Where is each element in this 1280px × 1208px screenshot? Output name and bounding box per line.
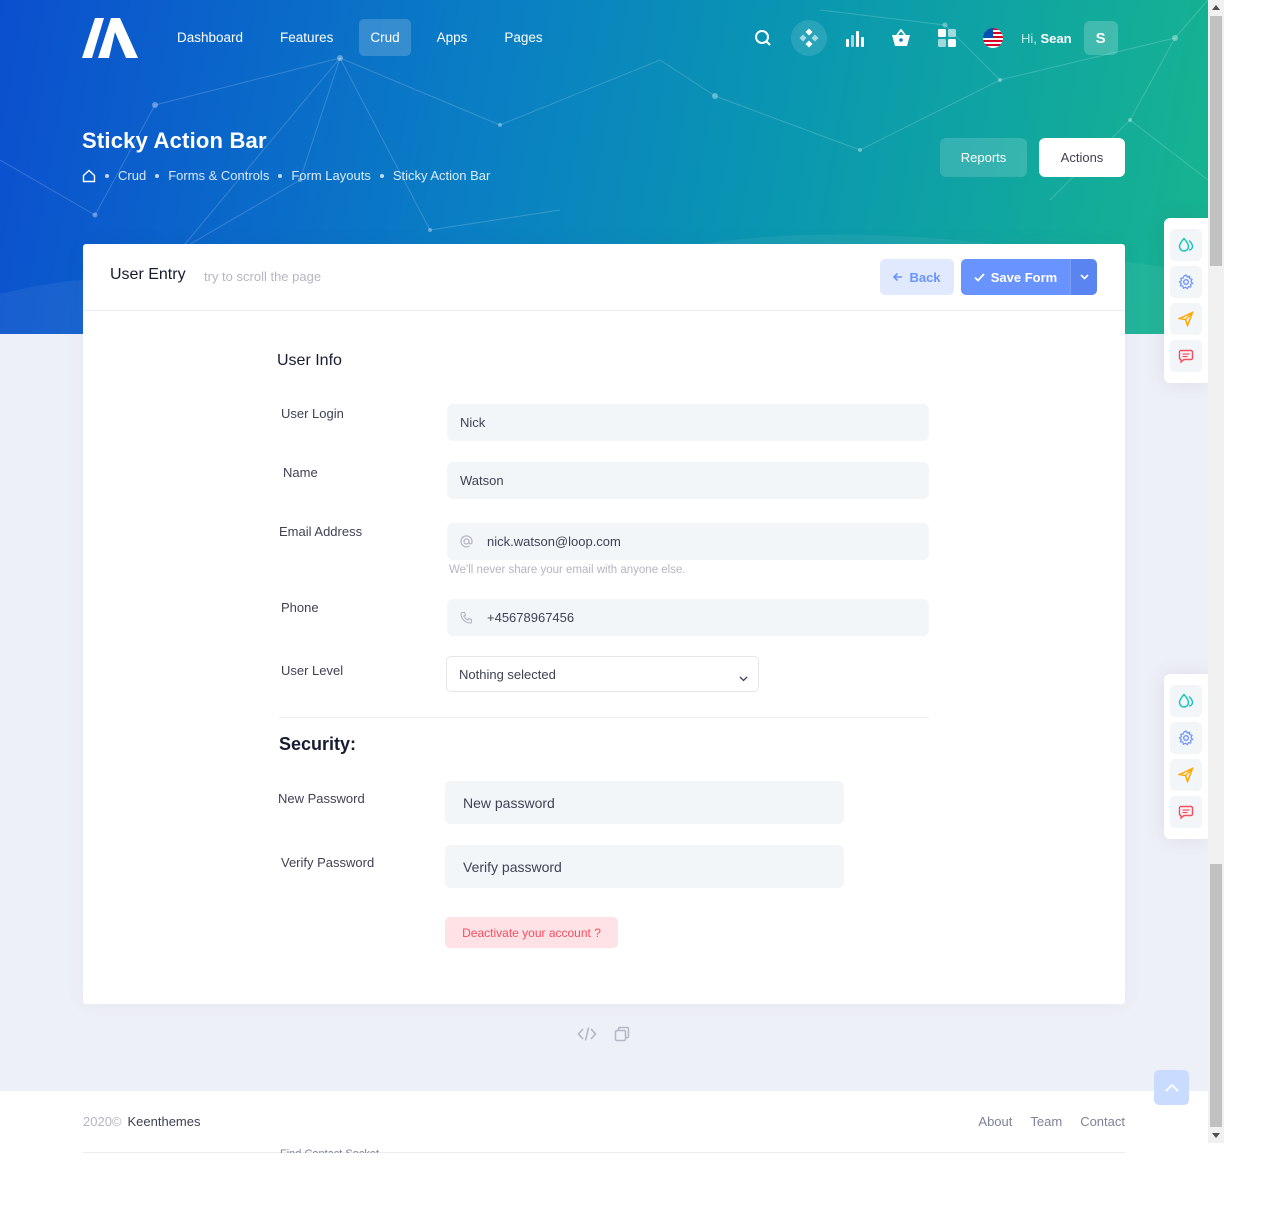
- nav-item-features[interactable]: Features: [269, 19, 344, 56]
- nav-item-pages[interactable]: Pages: [493, 19, 553, 56]
- security-title: Security:: [279, 734, 357, 754]
- ghost-divider: [83, 1152, 1125, 1153]
- scrollbar-thumb-top[interactable]: [1210, 16, 1222, 266]
- verify-password-input[interactable]: Verify password: [445, 845, 844, 888]
- nav-item-dashboard[interactable]: Dashboard: [166, 19, 254, 56]
- user-login-label: User Login: [281, 406, 344, 421]
- scroll-up-arrow-icon[interactable]: [1208, 0, 1224, 14]
- phone-icon: [460, 611, 474, 624]
- breadcrumb-crud[interactable]: Crud: [118, 168, 146, 183]
- name-label: Name: [283, 465, 318, 480]
- deactivate-account-button[interactable]: Deactivate your account ?: [445, 917, 618, 948]
- arrow-left-icon: [893, 272, 903, 282]
- user-name: Sean: [1040, 30, 1072, 46]
- brand-logo[interactable]: [82, 18, 138, 58]
- drop-icon[interactable]: [1170, 685, 1202, 717]
- user-entry-card: User Entry try to scroll the page Back S…: [83, 244, 1125, 1004]
- footer-year: 2020©: [83, 1114, 122, 1129]
- user-level-label: User Level: [281, 663, 344, 678]
- sticky-toolbar-top: [1164, 218, 1208, 383]
- user-greeting[interactable]: Hi, Sean: [1021, 31, 1072, 46]
- chevron-down-icon: [739, 670, 748, 685]
- email-field[interactable]: nick.watson@loop.com: [447, 523, 929, 560]
- avatar[interactable]: S: [1083, 21, 1118, 55]
- actions-button[interactable]: Actions: [1039, 138, 1125, 177]
- section-divider: [279, 717, 929, 718]
- at-sign-icon: [460, 535, 474, 548]
- chart-bar-icon[interactable]: [837, 20, 873, 56]
- breadcrumb-sticky-action-bar[interactable]: Sticky Action Bar: [393, 168, 491, 183]
- ghost-text: Find Contact Socket: [280, 1148, 379, 1153]
- chevron-down-icon: [1079, 274, 1089, 280]
- code-icon[interactable]: [577, 1026, 597, 1042]
- topbar-icons: Hi, Sean S: [745, 20, 1118, 56]
- main-nav: Dashboard Features Crud Apps Pages: [166, 19, 569, 56]
- save-label: Save Form: [990, 269, 1058, 285]
- footer-link-contact[interactable]: Contact: [1080, 1114, 1125, 1129]
- greeting-prefix: Hi,: [1021, 30, 1037, 46]
- phone-value: +45678967456: [487, 610, 575, 625]
- sticky-toolbar-bottom: [1164, 674, 1208, 839]
- reports-button[interactable]: Reports: [940, 138, 1027, 177]
- footer-copyright: 2020© Keenthemes: [83, 1114, 201, 1129]
- gear-icon[interactable]: [1170, 266, 1202, 298]
- new-password-input[interactable]: New password: [445, 781, 844, 824]
- send-icon[interactable]: [1170, 303, 1202, 335]
- scroll-to-top-button[interactable]: [1154, 1070, 1189, 1105]
- page-viewport: Dashboard Features Crud Apps Pages Hi, S…: [0, 0, 1208, 1153]
- search-icon[interactable]: [745, 20, 781, 56]
- chat-icon[interactable]: [1170, 340, 1202, 372]
- chat-icon[interactable]: [1170, 796, 1202, 828]
- email-label: Email Address: [279, 524, 363, 539]
- phone-label: Phone: [281, 600, 319, 615]
- back-label: Back: [909, 269, 941, 285]
- footer-company[interactable]: Keenthemes: [128, 1114, 201, 1129]
- copy-icon[interactable]: [614, 1026, 630, 1042]
- save-form-button[interactable]: Save Form: [961, 259, 1070, 295]
- basket-icon[interactable]: [883, 20, 919, 56]
- user-level-value: Nothing selected: [459, 666, 556, 682]
- us-flag-icon[interactable]: [975, 20, 1011, 56]
- nav-item-apps[interactable]: Apps: [426, 19, 479, 56]
- scroll-down-arrow-icon[interactable]: [1208, 1128, 1224, 1142]
- new-password-label: New Password: [278, 791, 365, 806]
- send-icon[interactable]: [1170, 759, 1202, 791]
- breadcrumb-form-layouts[interactable]: Form Layouts: [291, 168, 370, 183]
- layers-icon[interactable]: [791, 20, 827, 56]
- card-title: User Entry: [110, 266, 186, 283]
- arrow-up-icon: [1164, 1083, 1179, 1092]
- apps-grid-icon[interactable]: [929, 20, 965, 56]
- footer-links: About Team Contact: [978, 1114, 1125, 1129]
- verify-password-label: Verify Password: [281, 855, 375, 870]
- home-icon[interactable]: [82, 169, 96, 183]
- user-info-title: User Info: [277, 352, 342, 369]
- gear-icon[interactable]: [1170, 722, 1202, 754]
- phone-field[interactable]: +45678967456: [447, 599, 929, 636]
- drop-icon[interactable]: [1170, 229, 1202, 261]
- breadcrumb: Crud Forms & Controls Form Layouts Stick…: [82, 168, 490, 183]
- save-options-dropdown[interactable]: [1070, 259, 1097, 295]
- name-input[interactable]: Watson: [447, 462, 929, 499]
- code-actions: [577, 1026, 630, 1042]
- page-title: Sticky Action Bar: [82, 128, 267, 153]
- scrollbar-thumb[interactable]: [1210, 864, 1222, 1127]
- back-button[interactable]: Back: [880, 259, 954, 295]
- email-hint: We'll never share your email with anyone…: [449, 564, 686, 576]
- user-login-input[interactable]: Nick: [447, 404, 929, 441]
- footer: 2020© Keenthemes About Team Contact: [0, 1091, 1208, 1153]
- user-level-select[interactable]: Nothing selected: [446, 656, 759, 692]
- check-icon: [974, 272, 985, 282]
- page-scrollbar[interactable]: [1208, 0, 1224, 1143]
- email-value: nick.watson@loop.com: [487, 534, 621, 549]
- breadcrumb-forms-controls[interactable]: Forms & Controls: [168, 168, 269, 183]
- footer-link-team[interactable]: Team: [1030, 1114, 1062, 1129]
- footer-link-about[interactable]: About: [978, 1114, 1012, 1129]
- card-subtitle: try to scroll the page: [204, 269, 322, 284]
- card-header: User Entry try to scroll the page Back S…: [83, 244, 1125, 311]
- nav-item-crud[interactable]: Crud: [359, 19, 411, 56]
